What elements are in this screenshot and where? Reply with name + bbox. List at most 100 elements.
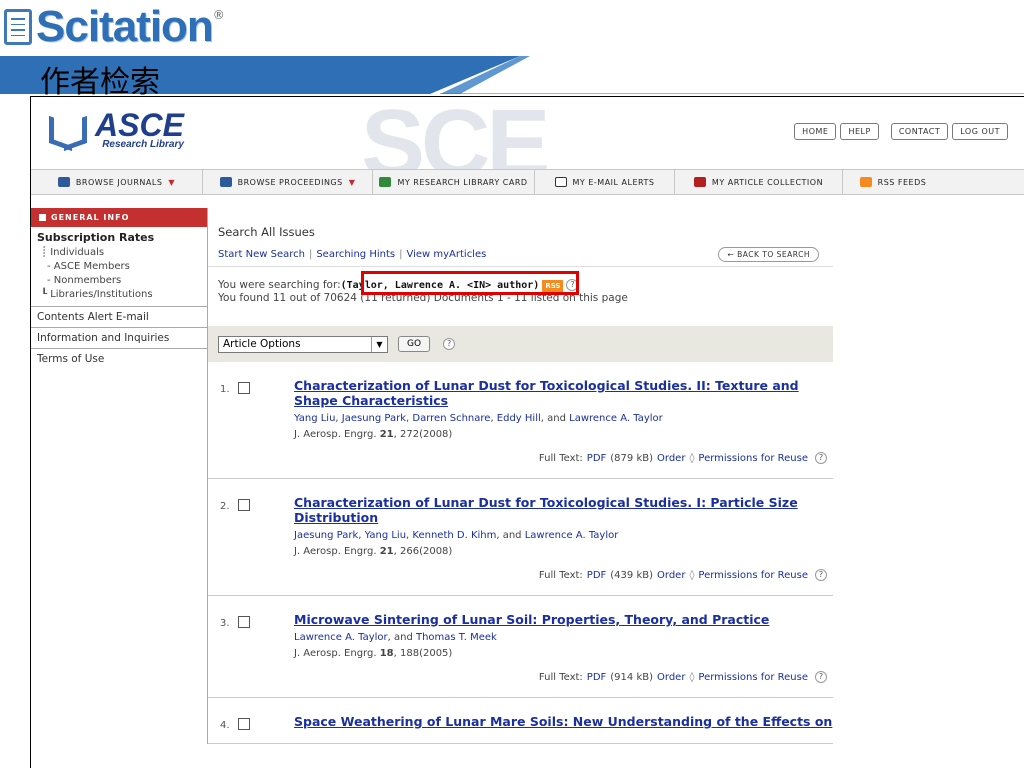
result-title-link[interactable]: Characterization of Lunar Dust for Toxic… bbox=[294, 495, 833, 525]
document-icon bbox=[4, 9, 32, 45]
author-link[interactable]: Eddy Hill bbox=[497, 413, 541, 424]
author-link[interactable]: Yang Liu bbox=[294, 413, 335, 424]
pdf-link[interactable]: PDF bbox=[587, 672, 606, 683]
result-number: 1. bbox=[220, 384, 230, 395]
chevron-down-icon: ▼ bbox=[168, 177, 176, 187]
results-list: 1. Characterization of Lunar Dust for Tox… bbox=[208, 362, 833, 744]
searching-label: You were searching for: bbox=[218, 279, 341, 291]
chevron-down-icon: ▼ bbox=[371, 336, 387, 352]
result-number: 3. bbox=[220, 618, 230, 629]
sidebar-item-information[interactable]: Information and Inquiries bbox=[31, 328, 207, 349]
author-link[interactable]: Jaesung Park bbox=[342, 413, 406, 424]
result-title-link[interactable]: Microwave Sintering of Lunar Soil: Prope… bbox=[294, 612, 833, 627]
nav-browse-proceedings[interactable]: BROWSE PROCEEDINGS ▼ bbox=[203, 170, 373, 194]
order-link[interactable]: Order bbox=[657, 672, 685, 683]
nav-label: MY E-MAIL ALERTS bbox=[572, 177, 655, 187]
result-item: 1. Characterization of Lunar Dust for Tox… bbox=[208, 362, 833, 479]
asce-subtitle: Research Library bbox=[102, 139, 184, 150]
arrow-icon: ◊ bbox=[689, 453, 695, 464]
email-icon bbox=[554, 177, 567, 187]
help-button[interactable]: HELP bbox=[840, 123, 879, 140]
contact-button[interactable]: CONTACT bbox=[890, 123, 949, 140]
scitation-logo: Scitation ® bbox=[4, 2, 225, 52]
nav-browse-journals[interactable]: BROWSE JOURNALS ▼ bbox=[31, 170, 203, 194]
help-icon[interactable]: ? bbox=[815, 452, 827, 464]
sidebar-header: GENERAL INFO bbox=[31, 208, 207, 227]
divider: | bbox=[399, 249, 403, 260]
sidebar-item-libraries[interactable]: ┖ Libraries/Institutions bbox=[37, 288, 201, 302]
chevron-down-icon: ▼ bbox=[348, 177, 356, 187]
article-options-select[interactable]: Article Options ▼ bbox=[218, 335, 388, 353]
nav-email-alerts[interactable]: MY E-MAIL ALERTS bbox=[535, 170, 675, 194]
sidebar-item-terms[interactable]: Terms of Use bbox=[31, 349, 207, 369]
nav-label: BROWSE PROCEEDINGS bbox=[237, 177, 343, 187]
help-icon[interactable]: ? bbox=[443, 338, 456, 350]
book-icon bbox=[45, 116, 91, 146]
author-link[interactable]: Lawrence A. Taylor bbox=[569, 413, 663, 424]
logout-button[interactable]: LOG OUT bbox=[952, 123, 1008, 140]
main-nav: BROWSE JOURNALS ▼ BROWSE PROCEEDINGS ▼ M… bbox=[31, 169, 1024, 195]
result-item: 4. Space Weathering of Lunar Mare Soils: … bbox=[208, 698, 833, 744]
author-link[interactable]: Kenneth D. Kihm bbox=[412, 530, 496, 541]
result-citation: J. Aerosp. Engrg. 18, 188(2005) bbox=[294, 648, 453, 659]
pdf-link[interactable]: PDF bbox=[587, 453, 606, 464]
author-link[interactable]: Lawrence A. Taylor bbox=[294, 632, 388, 643]
sidebar-item-asce-members[interactable]: - ASCE Members bbox=[37, 260, 201, 274]
sidebar: GENERAL INFO Subscription Rates ┊ Indivi… bbox=[31, 208, 207, 369]
result-number: 4. bbox=[220, 720, 230, 731]
nav-label: MY ARTICLE COLLECTION bbox=[711, 177, 824, 187]
home-button[interactable]: HOME bbox=[794, 123, 837, 140]
result-authors: Jaesung Park, Yang Liu, Kenneth D. Kihm,… bbox=[294, 530, 619, 541]
back-to-search-button[interactable]: ← BACK TO SEARCH bbox=[718, 247, 819, 262]
nav-research-library-card[interactable]: MY RESEARCH LIBRARY CARD bbox=[373, 170, 535, 194]
site-header: ASCE Research Library SCE HOME HELP CONT… bbox=[31, 97, 1024, 197]
author-link[interactable]: Jaesung Park bbox=[294, 530, 358, 541]
pdf-link[interactable]: PDF bbox=[587, 570, 606, 581]
author-link[interactable]: Thomas T. Meek bbox=[416, 632, 497, 643]
result-fulltext: Full Text: PDF (879 kB) Order ◊ Permissions f… bbox=[294, 452, 833, 464]
nav-article-collection[interactable]: MY ARTICLE COLLECTION bbox=[675, 170, 843, 194]
searching-hints-link[interactable]: Searching Hints bbox=[316, 249, 395, 260]
nav-label: MY RESEARCH LIBRARY CARD bbox=[397, 177, 528, 187]
header-buttons: HOME HELP CONTACT LOG OUT bbox=[794, 123, 1008, 140]
rss-icon bbox=[859, 177, 872, 187]
result-authors: Lawrence A. Taylor, and Thomas T. Meek bbox=[294, 632, 497, 643]
divider: | bbox=[308, 249, 313, 260]
asce-logo[interactable]: ASCE Research Library bbox=[45, 109, 184, 150]
result-citation: J. Aerosp. Engrg. 21, 266(2008) bbox=[294, 546, 453, 557]
sidebar-item-individuals[interactable]: ┊ Individuals bbox=[37, 246, 201, 260]
nav-rss-feeds[interactable]: RSS FEEDS bbox=[843, 170, 943, 194]
slide: Scitation ® 作者检索 ASCE Research Library S… bbox=[0, 0, 1024, 768]
help-icon[interactable]: ? bbox=[815, 671, 827, 683]
order-link[interactable]: Order bbox=[657, 453, 685, 464]
go-button[interactable]: GO bbox=[398, 336, 431, 352]
result-item: 2. Characterization of Lunar Dust for Tox… bbox=[208, 479, 833, 596]
result-checkbox[interactable] bbox=[238, 718, 250, 730]
main-content: Search All Issues Start New Search | Sea… bbox=[207, 208, 833, 744]
view-myarticles-link[interactable]: View myArticles bbox=[406, 249, 486, 260]
result-number: 2. bbox=[220, 501, 230, 512]
result-item: 3. Microwave Sintering of Lunar Soil: Pro… bbox=[208, 596, 833, 698]
author-link[interactable]: Darren Schnare bbox=[412, 413, 490, 424]
registered-mark: ® bbox=[212, 8, 225, 22]
page-title: Search All Issues bbox=[218, 225, 315, 239]
start-new-search-link[interactable]: Start New Search bbox=[218, 249, 305, 260]
sidebar-item-nonmembers[interactable]: - Nonmembers bbox=[37, 274, 201, 288]
result-title-link[interactable]: Characterization of Lunar Dust for Toxic… bbox=[294, 378, 833, 408]
result-checkbox[interactable] bbox=[238, 382, 250, 394]
result-title-link[interactable]: Space Weathering of Lunar Mare Soils: Ne… bbox=[294, 714, 833, 729]
browser-frame: ASCE Research Library SCE HOME HELP CONT… bbox=[30, 96, 1024, 768]
order-link[interactable]: Order bbox=[657, 570, 685, 581]
author-link[interactable]: Lawrence A. Taylor bbox=[525, 530, 619, 541]
permissions-link[interactable]: Permissions for Reuse bbox=[698, 453, 808, 464]
sidebar-header-label: GENERAL INFO bbox=[51, 213, 130, 222]
permissions-link[interactable]: Permissions for Reuse bbox=[698, 672, 808, 683]
author-link[interactable]: Yang Liu bbox=[365, 530, 406, 541]
sidebar-item-contents-alert[interactable]: Contents Alert E-mail bbox=[31, 307, 207, 328]
result-checkbox[interactable] bbox=[238, 499, 250, 511]
help-icon[interactable]: ? bbox=[815, 569, 827, 581]
permissions-link[interactable]: Permissions for Reuse bbox=[698, 570, 808, 581]
proceedings-icon bbox=[219, 177, 232, 187]
result-fulltext: Full Text: PDF (439 kB) Order ◊ Permissions f… bbox=[294, 569, 833, 581]
result-checkbox[interactable] bbox=[238, 616, 250, 628]
